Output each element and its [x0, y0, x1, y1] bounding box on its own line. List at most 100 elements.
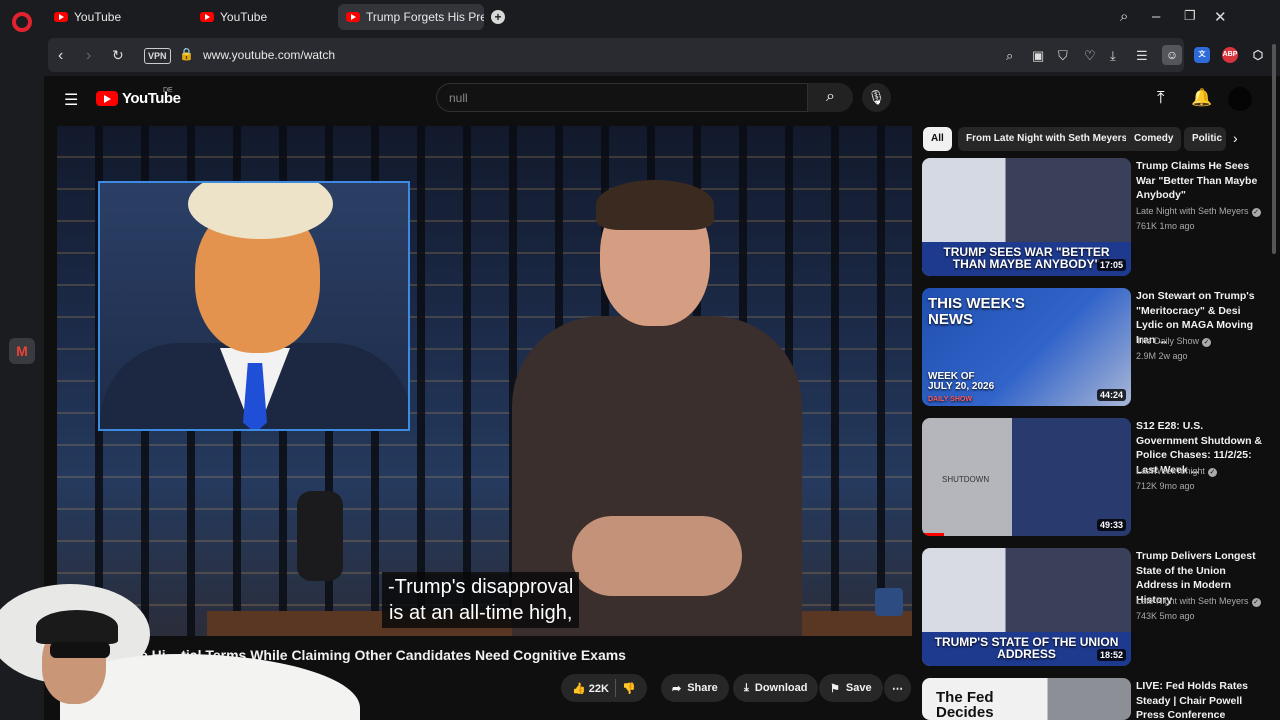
host-figure [512, 180, 802, 636]
like-count: 22K [588, 682, 609, 695]
inset-photo [98, 181, 410, 431]
download-icon: ⤓ [744, 681, 749, 694]
recommendation-title[interactable]: LIVE: Fed Holds Rates Steady | Chair Pow… [1136, 679, 1264, 720]
video-thumbnail[interactable]: The Fed Decides [922, 678, 1131, 720]
save-button[interactable]: ⚑ Save [819, 674, 883, 702]
caption-line: is at an all-time high, [388, 602, 573, 624]
thumbnail-text: SHUTDOWN [942, 475, 990, 484]
lock-icon[interactable]: 🔒 [179, 47, 194, 61]
easy-setup-icon[interactable]: ☰ [1136, 48, 1148, 64]
video-thumbnail[interactable]: SHUTDOWN 49:33 [922, 418, 1131, 536]
profile-icon[interactable]: ☺ [1162, 45, 1182, 65]
tab-label: YouTube [74, 10, 122, 24]
menu-icon[interactable]: ☰ [64, 90, 78, 110]
thumbnail-brand: DAILY SHOW [928, 396, 972, 403]
duration-badge: 18:52 [1096, 649, 1126, 661]
chevron-right-icon[interactable]: › [1233, 130, 1238, 146]
video-meta: 2.9M 2w ago [1136, 351, 1188, 361]
webcam-overlay [0, 584, 360, 720]
adblock-plus-icon[interactable]: ABP [1222, 47, 1238, 63]
duration-badge: 17:05 [1096, 259, 1126, 271]
close-window-icon[interactable]: ✕ [1214, 8, 1227, 26]
verified-icon: ✓ [1251, 208, 1261, 217]
desk-microphone [297, 491, 343, 581]
notifications-bell-icon[interactable]: 🔔 [1191, 88, 1212, 108]
voice-search-button[interactable]: 🎙 [862, 83, 891, 112]
verified-icon: ✓ [1251, 598, 1261, 607]
address-bar-row: ‹ › ↻ VPN 🔒 www.youtube.com/watch ⌕ ▣ ⛉ … [44, 34, 1280, 76]
gmail-sidebar-icon[interactable]: M [9, 338, 35, 364]
download-label: Download [754, 682, 808, 694]
chip-comedy[interactable]: Comedy [1126, 127, 1182, 151]
video-thumbnail[interactable]: TRUMP'S STATE OF THE UNION ADDRESS 18:52 [922, 548, 1131, 666]
download-icon[interactable]: ⤓ [1110, 48, 1116, 64]
dislike-icon[interactable]: 👎 [622, 682, 636, 695]
thumbnail-text: TRUMP SEES WAR "BETTER THAN MAYBE ANYBOD… [943, 245, 1110, 271]
recommendation-item[interactable]: SHUTDOWN 49:33 S12 E28: U.S. Government … [922, 418, 1272, 542]
minimize-icon[interactable]: – [1152, 8, 1160, 25]
share-icon: ➦ [672, 682, 682, 695]
search-button[interactable]: ⌕ [808, 83, 853, 112]
channel-name[interactable]: Late Night with Seth Meyers ✓ [1136, 596, 1261, 607]
channel-watermark[interactable] [875, 588, 903, 616]
back-icon[interactable]: ‹ [58, 47, 63, 65]
search-input[interactable]: null [436, 83, 808, 112]
recommendation-item[interactable]: The Fed Decides LIVE: Fed Holds Rates St… [922, 678, 1272, 720]
zoom-search-icon[interactable]: ⌕ [1006, 48, 1013, 64]
thumbnail-text: TRUMP'S STATE OF THE UNION ADDRESS [934, 635, 1119, 661]
forward-icon[interactable]: › [86, 47, 91, 65]
youtube-favicon-icon [54, 12, 68, 22]
channel-name[interactable]: Late Night with Seth Meyers ✓ [1136, 206, 1261, 217]
thumbnail-subtext: WEEK OF JULY 20, 2026 [928, 371, 995, 392]
scrollbar[interactable] [1272, 44, 1276, 254]
country-code: DE [163, 87, 173, 94]
more-actions-button[interactable]: ⋯ [884, 674, 911, 702]
duration-badge: 44:24 [1096, 389, 1126, 401]
search-tabs-icon[interactable]: ⌕ [1120, 8, 1128, 25]
verified-icon: ✓ [1202, 338, 1212, 347]
video-player[interactable]: -Trump's disapproval is at an all-time h… [57, 126, 912, 636]
recommendation-item[interactable]: TRUMP SEES WAR "BETTER THAN MAYBE ANYBOD… [922, 158, 1272, 282]
tab-label: Trump Forgets His Pre [366, 10, 484, 24]
channel-name[interactable]: LastWeekTonight ✓ [1136, 466, 1217, 477]
url-field[interactable]: www.youtube.com/watch [203, 48, 335, 62]
watch-progress-bar [922, 533, 944, 536]
translate-extension-icon[interactable]: 文 [1194, 47, 1210, 63]
snapshot-icon[interactable]: ▣ [1032, 48, 1044, 64]
bookmark-icon: ⚑ [830, 682, 840, 695]
opera-logo-icon[interactable] [12, 12, 32, 32]
new-tab-button[interactable]: + [491, 10, 505, 24]
youtube-favicon-icon [200, 12, 214, 22]
recommendation-item[interactable]: THIS WEEK'S NEWS WEEK OF JULY 20, 2026 D… [922, 288, 1272, 412]
thumbnail-text: THIS WEEK'S NEWS [928, 295, 1025, 328]
tab-youtube-1[interactable]: YouTube [46, 4, 186, 30]
extensions-cube-icon[interactable]: ⬡ [1250, 47, 1266, 63]
caption-line: -Trump's disapproval [388, 576, 574, 598]
reload-icon[interactable]: ↻ [112, 47, 124, 64]
tab-label: YouTube [220, 10, 268, 24]
account-avatar[interactable] [1228, 87, 1252, 111]
shield-icon[interactable]: ⛉ [1058, 48, 1068, 64]
recommendation-title[interactable]: Trump Claims He Sees War "Better Than Ma… [1136, 159, 1264, 203]
share-button[interactable]: ➦ Share [661, 674, 729, 702]
like-button[interactable]: 👍 22K [572, 682, 609, 695]
chip-politics[interactable]: Politic [1184, 127, 1226, 151]
address-bar: ‹ › ↻ VPN 🔒 www.youtube.com/watch ⌕ ▣ ⛉ … [48, 38, 1184, 72]
channel-name[interactable]: The Daily Show ✓ [1136, 336, 1212, 347]
verified-icon: ✓ [1207, 468, 1217, 477]
vpn-badge[interactable]: VPN [144, 48, 171, 64]
download-button[interactable]: ⤓ Download [733, 674, 819, 702]
mic-icon: 🎙 [867, 89, 886, 105]
upload-icon[interactable]: ⤒ [1157, 88, 1165, 108]
closed-caption: -Trump's disapproval is at an all-time h… [382, 572, 580, 628]
tab-youtube-2[interactable]: YouTube [192, 4, 332, 30]
tab-active-video[interactable]: Trump Forgets His Pre [338, 4, 484, 30]
youtube-logo-icon [96, 91, 118, 106]
video-thumbnail[interactable]: TRUMP SEES WAR "BETTER THAN MAYBE ANYBOD… [922, 158, 1131, 276]
chip-all[interactable]: All [923, 127, 952, 151]
heart-icon[interactable]: ♡ [1084, 48, 1096, 64]
recommendation-item[interactable]: TRUMP'S STATE OF THE UNION ADDRESS 18:52… [922, 548, 1272, 672]
video-thumbnail[interactable]: THIS WEEK'S NEWS WEEK OF JULY 20, 2026 D… [922, 288, 1131, 406]
restore-icon[interactable]: ❐ [1184, 8, 1196, 24]
chip-late-night[interactable]: From Late Night with Seth Meyers [958, 127, 1136, 151]
